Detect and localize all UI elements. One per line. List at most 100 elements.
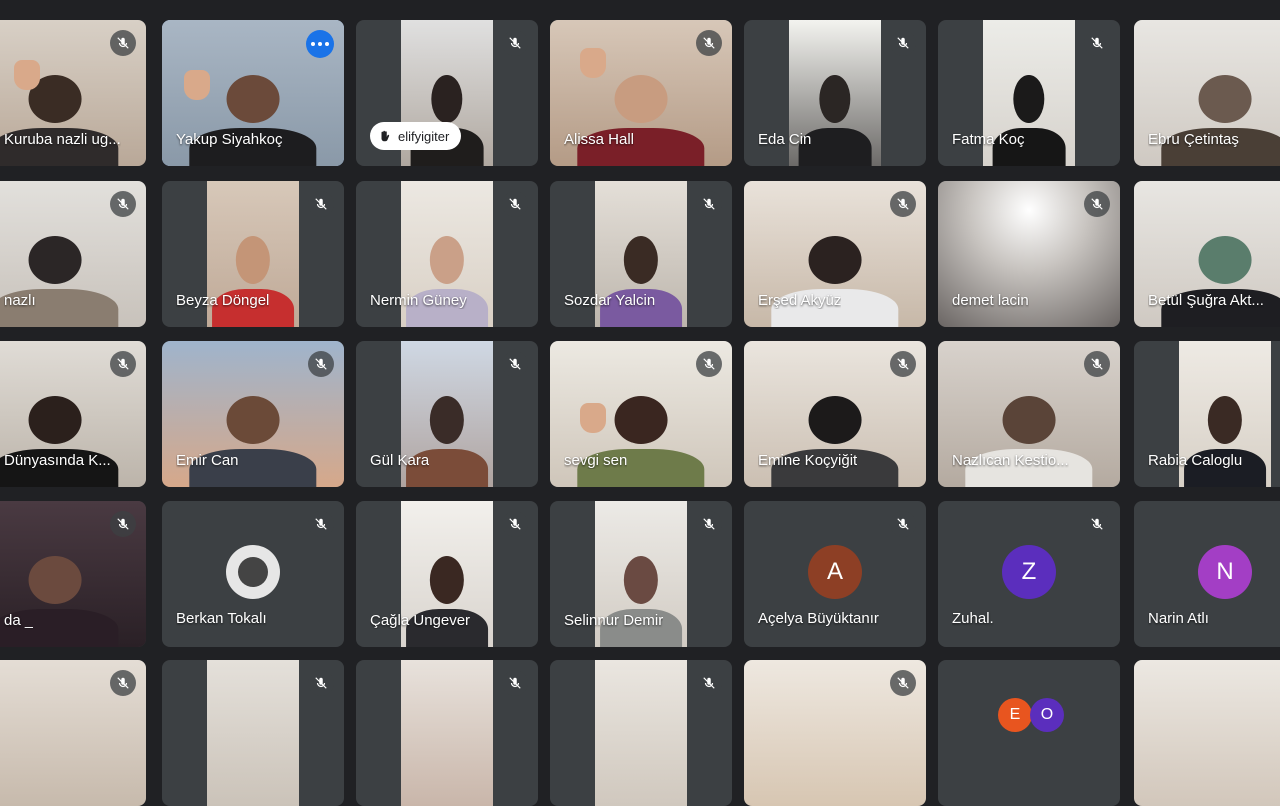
participant-tile[interactable]: Alissa Hall <box>550 20 732 166</box>
mic-off-icon <box>110 511 136 537</box>
participant-tile[interactable]: Rabia Caloglu <box>1134 341 1280 487</box>
participant-tile[interactable] <box>1134 660 1280 806</box>
mic-off-icon <box>1084 511 1110 537</box>
raised-hand-chip: elifyigiter <box>370 122 462 150</box>
participant-tile[interactable]: demet lacin <box>938 181 1120 327</box>
avatar: A <box>808 545 862 599</box>
participant-tile[interactable]: Nermin Güney <box>356 181 538 327</box>
participant-tile[interactable] <box>550 660 732 806</box>
mic-off-icon <box>502 670 528 696</box>
participant-tile[interactable]: Yakup Siyahkoç <box>162 20 344 166</box>
participant-name: Ebru Çetintaş <box>1148 131 1239 148</box>
mic-off-icon <box>110 30 136 56</box>
participant-name: Fatma Koç <box>952 131 1025 148</box>
participant-name: Narin Atlı <box>1148 610 1209 627</box>
participant-tile[interactable]: Eda Cin <box>744 20 926 166</box>
mic-off-icon <box>696 511 722 537</box>
participant-name: nazlı <box>4 292 36 309</box>
avatar: E <box>998 698 1032 732</box>
mic-off-icon <box>308 191 334 217</box>
mic-off-icon <box>696 670 722 696</box>
participant-name: Zuhal. <box>952 610 994 627</box>
participant-tile[interactable]: sevgi sen <box>550 341 732 487</box>
participant-name: Dünyasında K... <box>4 452 111 469</box>
participant-tile[interactable] <box>162 660 344 806</box>
mic-off-icon <box>110 351 136 377</box>
avatar: N <box>1198 545 1252 599</box>
participant-tile[interactable]: Dünyasında K... <box>0 341 146 487</box>
participant-tile[interactable]: Betül Şuğra Akt... <box>1134 181 1280 327</box>
raised-hand-icon <box>381 130 390 142</box>
participant-tile[interactable]: da _ <box>0 501 146 647</box>
participant-tile[interactable]: Selinnur Demir <box>550 501 732 647</box>
participant-name: Berkan Tokalı <box>176 610 267 627</box>
mic-off-icon <box>502 30 528 56</box>
mic-off-icon <box>890 30 916 56</box>
participant-tile[interactable]: N Narin Atlı <box>1134 501 1280 647</box>
participant-tile[interactable] <box>0 660 146 806</box>
participant-name: demet lacin <box>952 292 1029 309</box>
participant-tile[interactable]: E O <box>938 660 1120 806</box>
participant-tile[interactable]: A Açelya Büyüktanır <box>744 501 926 647</box>
participant-grid: Kuruba nazli ug... Yakup Siyahkoç elifyi… <box>0 0 1280 806</box>
participant-name: Beyza Döngel <box>176 292 270 309</box>
participant-name: Gül Kara <box>370 452 430 469</box>
participant-tile[interactable]: Beyza Döngel <box>162 181 344 327</box>
participant-name: Yakup Siyahkoç <box>176 131 283 148</box>
participant-name: Rabia Caloglu <box>1148 452 1243 469</box>
avatar <box>226 545 280 599</box>
participant-name: Alissa Hall <box>564 131 635 148</box>
participant-name: Nazlıcan Kestio... <box>952 452 1069 469</box>
participant-name: Selinnur Demir <box>564 612 664 629</box>
participant-tile[interactable]: Erşed Akyüz <box>744 181 926 327</box>
avatar: Z <box>1002 545 1056 599</box>
mic-off-icon <box>890 191 916 217</box>
participant-name: Emir Can <box>176 452 239 469</box>
mic-off-icon <box>1084 30 1110 56</box>
participant-name: Betül Şuğra Akt... <box>1148 292 1264 309</box>
participant-name: sevgi sen <box>564 452 628 469</box>
participant-tile[interactable]: Emir Can <box>162 341 344 487</box>
mic-off-icon <box>1084 351 1110 377</box>
participant-tile[interactable]: Sozdar Yalcin <box>550 181 732 327</box>
participant-tile[interactable]: Nazlıcan Kestio... <box>938 341 1120 487</box>
participant-name: elifyigiter <box>398 128 450 144</box>
participant-tile[interactable]: Gül Kara <box>356 341 538 487</box>
participant-name: Emine Koçyiğit <box>758 452 858 469</box>
mic-off-icon <box>502 351 528 377</box>
mic-off-icon <box>696 351 722 377</box>
mic-off-icon <box>110 191 136 217</box>
participant-tile[interactable]: nazlı <box>0 181 146 327</box>
participant-tile[interactable]: Emine Koçyiğit <box>744 341 926 487</box>
participant-name: Çağla Ungever <box>370 612 471 629</box>
avatar: O <box>1030 698 1064 732</box>
participant-tile[interactable] <box>356 660 538 806</box>
participant-tile[interactable]: elifyigiter <box>356 20 538 166</box>
mic-off-icon <box>696 191 722 217</box>
participant-name: Eda Cin <box>758 131 812 148</box>
participant-name: Erşed Akyüz <box>758 292 842 309</box>
mic-off-icon <box>502 191 528 217</box>
participant-tile[interactable]: Z Zuhal. <box>938 501 1120 647</box>
mic-off-icon <box>696 30 722 56</box>
participant-name: Sozdar Yalcin <box>564 292 656 309</box>
participant-name: Nermin Güney <box>370 292 467 309</box>
participant-tile[interactable]: Kuruba nazli ug... <box>0 20 146 166</box>
participant-tile[interactable]: Fatma Koç <box>938 20 1120 166</box>
mic-off-icon <box>890 511 916 537</box>
mic-off-icon <box>308 351 334 377</box>
participant-name: Kuruba nazli ug... <box>4 131 121 148</box>
mic-off-icon <box>890 670 916 696</box>
participant-name: Açelya Büyüktanır <box>758 610 879 627</box>
participant-tile[interactable]: Ebru Çetintaş <box>1134 20 1280 166</box>
mic-off-icon <box>1084 191 1110 217</box>
mic-off-icon <box>502 511 528 537</box>
mic-off-icon <box>890 351 916 377</box>
mic-off-icon <box>110 670 136 696</box>
participant-tile[interactable]: Çağla Ungever <box>356 501 538 647</box>
participant-tile[interactable] <box>744 660 926 806</box>
mic-off-icon <box>308 670 334 696</box>
more-options-button[interactable] <box>306 30 334 58</box>
mic-off-icon <box>308 511 334 537</box>
participant-tile[interactable]: Berkan Tokalı <box>162 501 344 647</box>
